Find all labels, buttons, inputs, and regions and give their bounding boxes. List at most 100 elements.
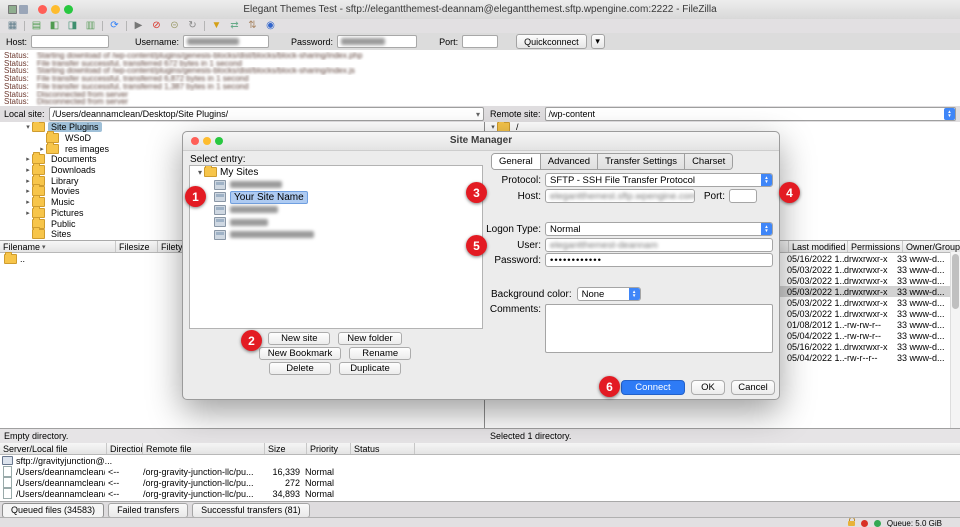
column-owner-group[interactable]: Owner/Group <box>903 241 960 252</box>
toggle-remote-tree-icon[interactable]: ◨ <box>66 20 79 32</box>
column-last-modified[interactable]: Last modified <box>789 241 848 252</box>
status-line: Status:File transfer successful, transfe… <box>4 75 960 83</box>
my-sites-root[interactable]: ▾My Sites <box>190 166 482 179</box>
process-queue-icon[interactable]: ▶ <box>132 20 145 32</box>
ok-button[interactable]: OK <box>691 380 725 395</box>
comments-textarea[interactable] <box>545 304 773 353</box>
username-input[interactable] <box>183 35 269 48</box>
quickconnect-bar: Host: Username: Password: Port: Quickcon… <box>0 33 960 51</box>
reconnect-icon[interactable]: ↻ <box>186 20 199 32</box>
local-site-path: /Users/deannamclean/Desktop/Site Plugins… <box>50 109 476 119</box>
site-manager-dialog: Site Manager Select entry: ▾My Sites You… <box>182 131 780 400</box>
new-bookmark-button[interactable]: New Bookmark <box>259 347 341 360</box>
status-line: Status:Starting download of /wp-content/… <box>4 67 960 75</box>
duplicate-button[interactable]: Duplicate <box>339 362 401 375</box>
tab-transfer-settings[interactable]: Transfer Settings <box>598 154 685 169</box>
tab-successful-transfers[interactable]: Successful transfers (81) <box>192 503 310 518</box>
password-input[interactable] <box>337 35 417 48</box>
site-entry-redacted[interactable] <box>190 229 482 242</box>
site-entry-redacted[interactable] <box>190 216 482 229</box>
server-icon <box>214 180 226 190</box>
window-close-button[interactable] <box>38 5 47 14</box>
annotation-badge-6: 6 <box>599 376 620 397</box>
status-line: Status:File transfer successful, transfe… <box>4 60 960 68</box>
lock-icon <box>848 521 855 526</box>
tab-advanced[interactable]: Advanced <box>541 154 598 169</box>
column-remote-file[interactable]: Remote file <box>143 443 265 454</box>
synchronized-browsing-icon[interactable]: ⇅ <box>246 20 259 32</box>
queue-file-row[interactable]: /Users/deannamclean/...<--/org-gravity-j… <box>0 488 960 499</box>
status-line: Status:File transfer successful, transfe… <box>4 83 960 91</box>
tab-general[interactable]: General <box>492 154 541 169</box>
connect-button[interactable]: Connect <box>621 380 685 395</box>
queue-server-row[interactable]: sftp://gravityjunction@... <box>0 455 960 466</box>
host-input[interactable] <box>31 35 109 48</box>
column-server-local-file[interactable]: Server/Local file <box>0 443 107 454</box>
tab-queued-files[interactable]: Queued files (34583) <box>2 503 104 518</box>
server-icon <box>2 456 13 465</box>
toolbar-separator <box>24 21 25 31</box>
find-files-icon[interactable]: ◉ <box>264 20 277 32</box>
column-filler <box>415 443 960 454</box>
user-row: User: elegantthemest-deannam <box>483 238 773 252</box>
error-indicator-icon <box>861 520 868 527</box>
toggle-local-tree-icon[interactable]: ◧ <box>48 20 61 32</box>
cancel-button[interactable]: Cancel <box>731 380 775 395</box>
column-status[interactable]: Status <box>351 443 415 454</box>
local-site-combo[interactable]: /Users/deannamclean/Desktop/Site Plugins… <box>49 107 484 121</box>
file-icon <box>3 488 12 499</box>
toggle-message-log-icon[interactable]: ▤ <box>30 20 43 32</box>
column-direction[interactable]: Direction <box>107 443 143 454</box>
window-zoom-button[interactable] <box>64 5 73 14</box>
queue-file-row[interactable]: /Users/deannamclean/...<--/org-gravity-j… <box>0 466 960 477</box>
quickconnect-button[interactable]: Quickconnect <box>516 34 587 49</box>
select-stepper-icon: ▲▼ <box>629 288 640 300</box>
site-entry-selected[interactable]: Your Site Name <box>190 191 482 204</box>
column-size[interactable]: Size <box>265 443 307 454</box>
title-bar: Elegant Themes Test - sftp://elegantthem… <box>0 0 960 20</box>
cancel-operation-icon[interactable]: ⊘ <box>150 20 163 32</box>
scrollbar-thumb[interactable] <box>952 254 959 309</box>
queue-file-row[interactable]: /Users/deannamclean/...<--/org-gravity-j… <box>0 477 960 488</box>
column-filename[interactable]: Filename▾ <box>0 241 116 252</box>
directory-comparison-icon[interactable]: ⇄ <box>228 20 241 32</box>
tab-failed-transfers[interactable]: Failed transfers <box>108 503 188 518</box>
site-manager-icon[interactable]: ▦ <box>6 20 19 32</box>
protocol-label: Protocol: <box>483 175 541 186</box>
host-field[interactable]: elegantthemest.sftp.wpengine.com <box>545 189 695 203</box>
disconnect-icon[interactable]: ⊝ <box>168 20 181 32</box>
user-field[interactable]: elegantthemest-deannam <box>545 238 773 252</box>
quickconnect-dropdown-button[interactable]: ▾ <box>591 34 605 49</box>
file-icon <box>3 477 12 488</box>
site-name-edit-field[interactable]: Your Site Name <box>230 191 308 204</box>
rename-button[interactable]: Rename <box>349 347 411 360</box>
host-row: Host: elegantthemest.sftp.wpengine.com P… <box>483 189 757 203</box>
port-field[interactable] <box>729 189 757 203</box>
toggle-transfer-queue-icon[interactable]: ▥ <box>84 20 97 32</box>
remote-scrollbar[interactable] <box>950 252 960 428</box>
new-site-button[interactable]: New site <box>268 332 330 345</box>
refresh-icon[interactable]: ⟳ <box>108 20 121 32</box>
window-minimize-button[interactable] <box>51 5 60 14</box>
select-entry-label: Select entry: <box>190 154 246 165</box>
site-path-bars: Local site: /Users/deannamclean/Desktop/… <box>0 106 960 123</box>
settings-tabs: General Advanced Transfer Settings Chars… <box>491 153 733 170</box>
site-entry-redacted[interactable] <box>190 179 482 192</box>
filter-icon[interactable]: ▼ <box>210 20 223 32</box>
protocol-select[interactable]: SFTP - SSH File Transfer Protocol▲▼ <box>545 173 773 187</box>
background-color-row: Background color: None▲▼ <box>491 287 641 301</box>
logon-type-select[interactable]: Normal▲▼ <box>545 222 773 236</box>
tab-charset[interactable]: Charset <box>685 154 732 169</box>
column-priority[interactable]: Priority <box>307 443 351 454</box>
column-filesize[interactable]: Filesize <box>116 241 158 252</box>
folder-icon <box>32 122 45 132</box>
password-field[interactable]: •••••••••••• <box>545 253 773 267</box>
port-input[interactable] <box>462 35 498 48</box>
column-permissions[interactable]: Permissions <box>848 241 903 252</box>
background-color-select[interactable]: None▲▼ <box>577 287 641 301</box>
new-folder-button[interactable]: New folder <box>338 332 401 345</box>
site-entry-redacted[interactable] <box>190 204 482 217</box>
delete-button[interactable]: Delete <box>269 362 331 375</box>
remote-site-combo[interactable]: /wp-content ▲▼ <box>545 107 956 121</box>
remote-site-bar: Remote site: /wp-content ▲▼ <box>486 106 960 122</box>
